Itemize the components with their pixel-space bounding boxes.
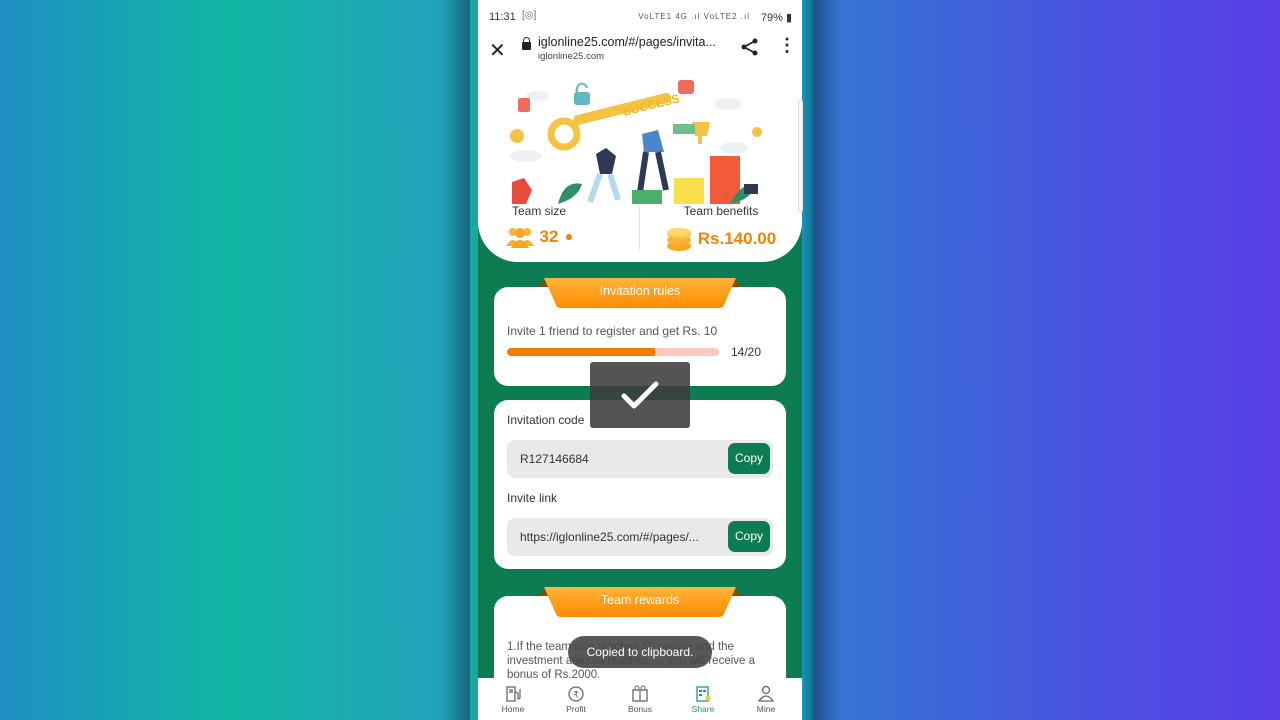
success-text: SUCCESS [621, 91, 681, 119]
page-scrollbar[interactable] [798, 100, 803, 212]
copied-toast: Copied to clipboard. [568, 636, 712, 668]
fuel-pump-icon [506, 686, 521, 702]
nav-profit-label: Profit [566, 704, 586, 714]
team-stats: Team size 32 Team benefits Rs.140.00 [478, 200, 802, 260]
invite-link-field: https://iglonline25.com/#/pages/... Copy [507, 518, 773, 556]
share-icon[interactable] [740, 37, 760, 57]
team-benefits-value: Rs.140.00 [697, 229, 777, 248]
nav-home-label: Home [501, 704, 525, 714]
invitation-rules-title: Invitation rules [544, 278, 736, 308]
battery-icon: ▮ [785, 12, 792, 24]
domain-text: iglonline25.com [538, 51, 605, 62]
invite-progress-fill [507, 348, 656, 356]
battery-percent: 79% [760, 12, 783, 24]
team-benefits-label: Team benefits [683, 204, 759, 218]
nav-share-label: Share [691, 704, 715, 714]
svg-text:₹: ₹ [573, 690, 579, 700]
team-size-value: 32 [539, 227, 559, 246]
signal-icon: VoLTE1 4G .ıl VoLTE2 .ıl [638, 12, 750, 21]
nav-mine[interactable]: Mine [734, 684, 798, 714]
invite-progress-bar [507, 348, 719, 356]
arrow-right-icon [566, 234, 573, 240]
nav-profit[interactable]: ₹ Profit [544, 684, 608, 714]
team-icon [505, 228, 534, 248]
invitation-code-value: R127146684 [520, 452, 589, 466]
more-menu-icon[interactable]: ⋮ [778, 35, 796, 56]
invite-link-label: Invite link [507, 491, 558, 505]
close-icon[interactable]: ✕ [489, 38, 506, 63]
success-overlay [590, 362, 690, 428]
hero-section: SUCCESS Team size 32 Team benefits Rs.14… [478, 72, 802, 262]
nav-bonus[interactable]: Bonus [608, 684, 672, 714]
team-benefits-stat: Team benefits Rs.140.00 [641, 204, 801, 252]
copy-code-button[interactable]: Copy [728, 443, 770, 474]
url-text[interactable]: iglonline25.com/#/pages/invita... [538, 35, 716, 49]
phone-shadow-right [812, 0, 842, 720]
user-icon [757, 685, 775, 702]
status-bar: 11:31 [◎] VoLTE1 4G .ıl VoLTE2 .ıl 79% ▮ [478, 0, 802, 34]
team-rewards-title: Team rewards [544, 587, 736, 617]
progress-count: 14/20 [731, 345, 762, 359]
copy-link-button[interactable]: Copy [728, 521, 770, 552]
nav-bonus-label: Bonus [627, 704, 653, 714]
nav-share[interactable]: Share [671, 684, 735, 714]
success-illustration: SUCCESS [510, 80, 762, 204]
browser-url-bar: ✕ iglonline25.com/#/pages/invita... iglo… [478, 34, 802, 73]
invitation-code-label: Invitation code [507, 413, 585, 427]
nav-mine-label: Mine [756, 704, 776, 714]
status-time: 11:31 [489, 11, 516, 23]
rupee-icon: ₹ [568, 686, 584, 702]
invitation-code-field: R127146684 Copy [507, 440, 773, 478]
bottom-nav: Home ₹ Profit Bonus Share Mine [478, 678, 802, 720]
lock-icon [522, 37, 531, 50]
phone-shadow-left [440, 0, 470, 720]
rule-text: Invite 1 friend to register and get Rs. … [507, 324, 718, 338]
coins-icon [666, 228, 691, 251]
checkmark-icon [621, 381, 659, 409]
battery-indicator: 79% ▮ [761, 11, 792, 24]
stats-divider [639, 206, 640, 250]
share-doc-icon [696, 686, 711, 702]
gift-box-icon [632, 685, 648, 702]
phone-bezel-left [470, 0, 478, 720]
team-size-stat[interactable]: Team size 32 [489, 204, 649, 248]
screen-record-icon: [◎] [522, 10, 537, 21]
invite-link-value: https://iglonline25.com/#/pages/... [520, 530, 699, 544]
phone-bezel-right [802, 0, 813, 720]
nav-home[interactable]: Home [481, 684, 545, 714]
team-size-label: Team size [511, 204, 567, 218]
